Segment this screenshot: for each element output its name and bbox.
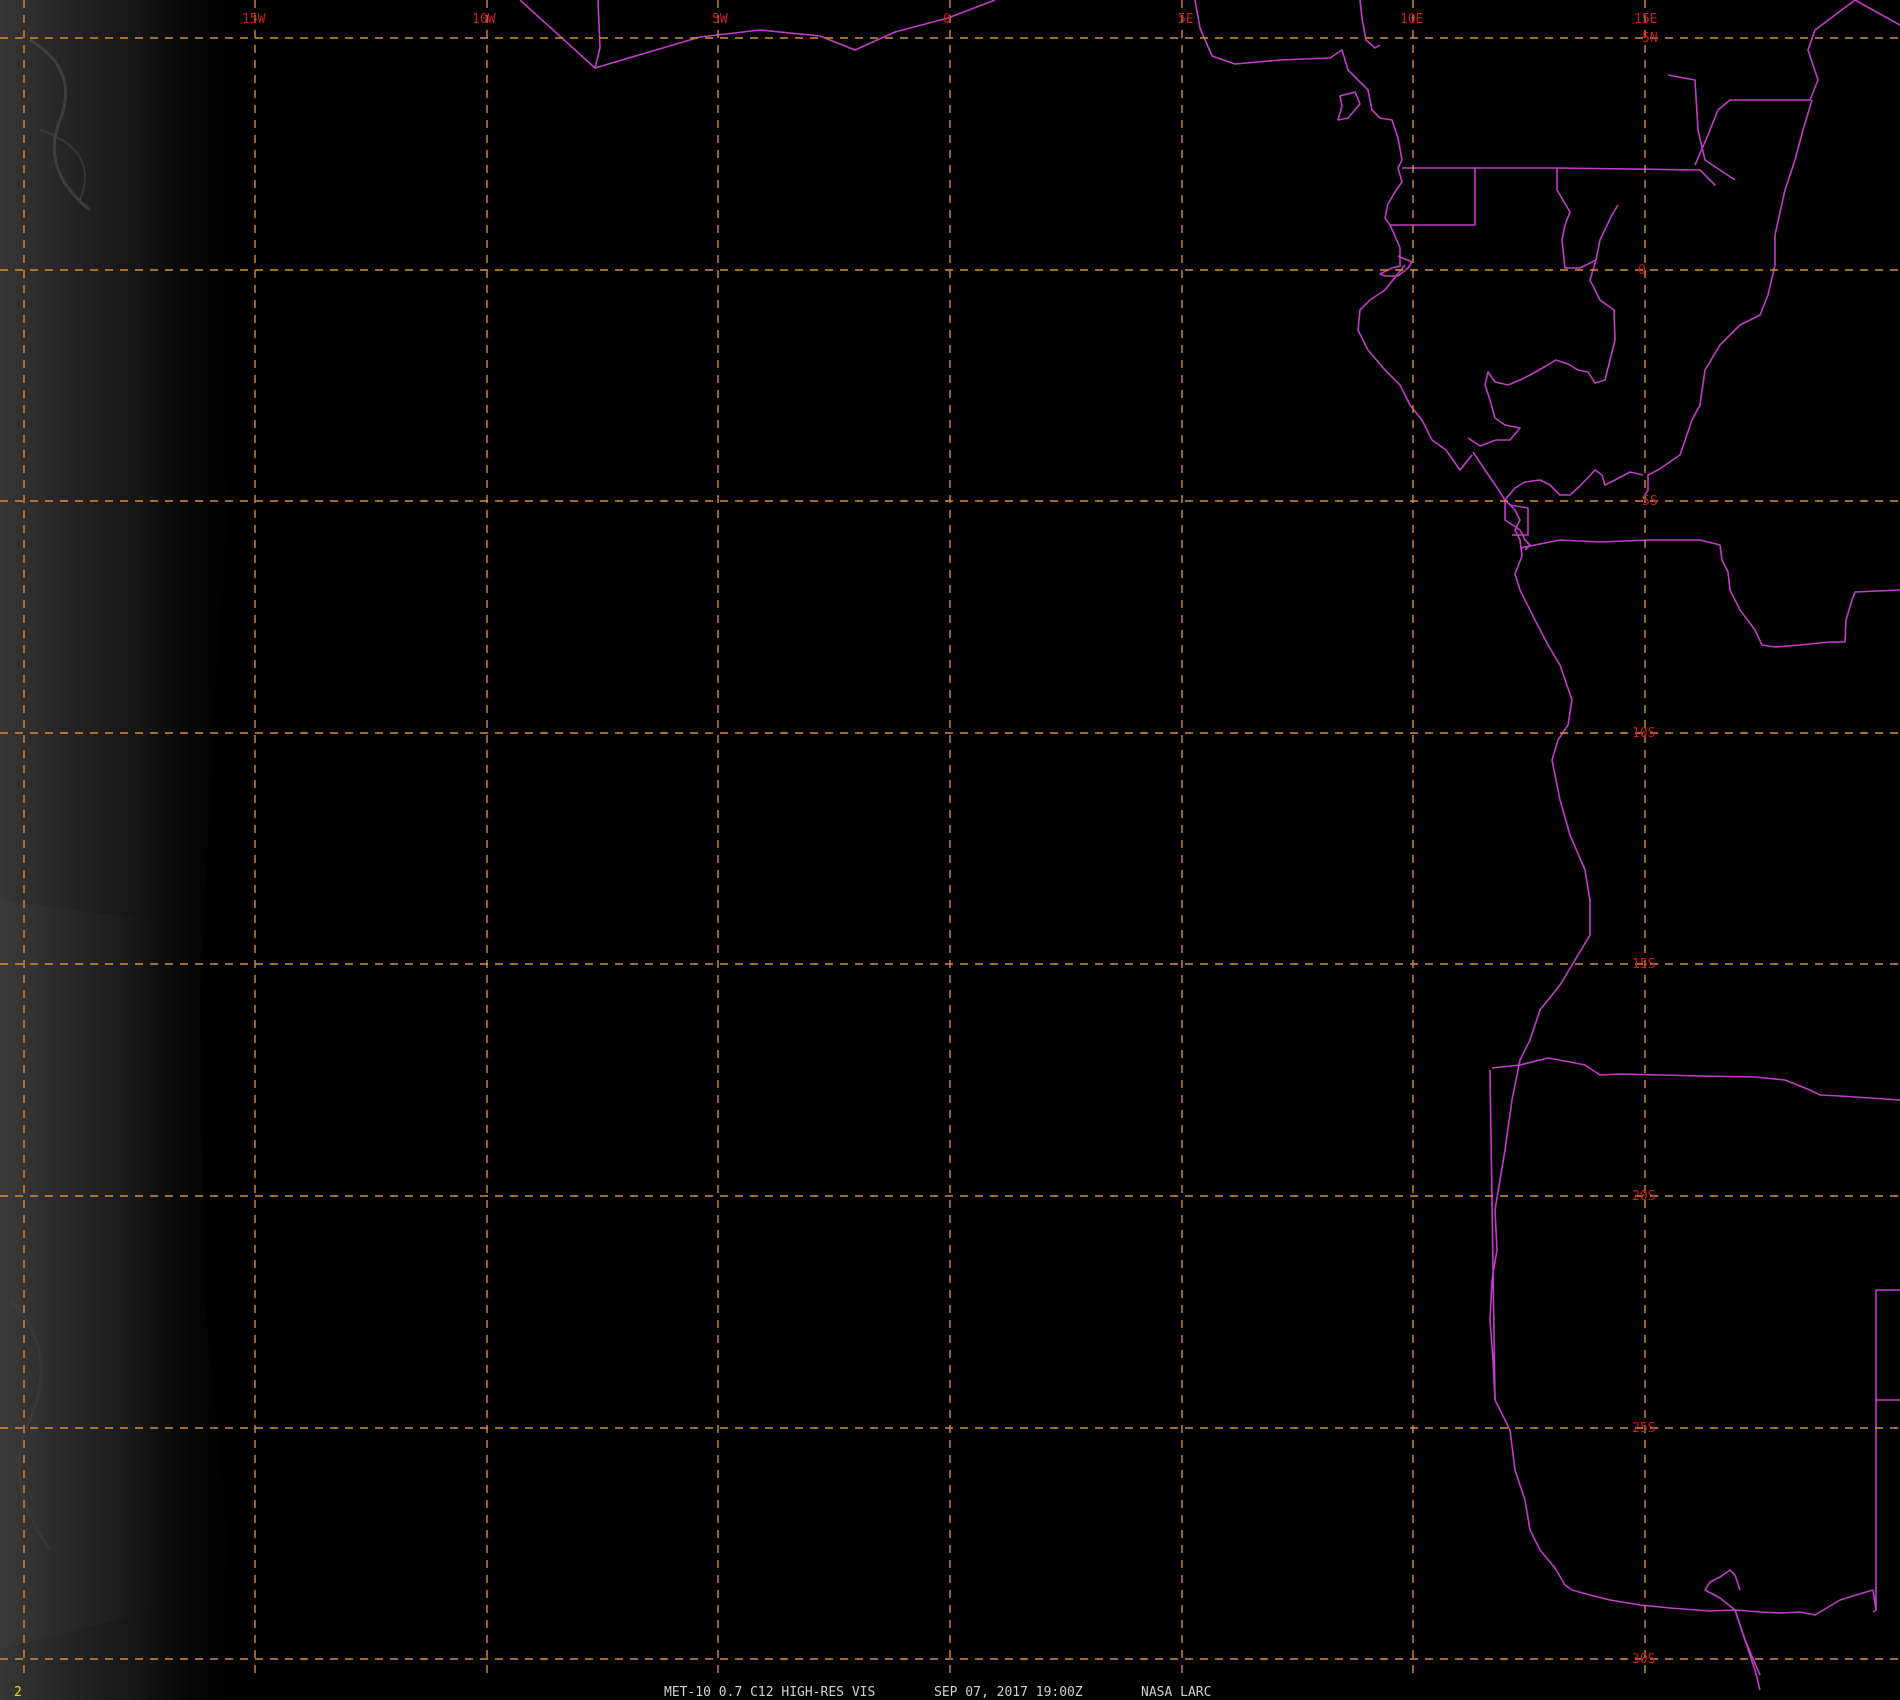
lat-label-0: 0: [1638, 263, 1646, 278]
image-timestamp: SEP 07, 2017 19:00Z: [934, 1685, 1083, 1700]
lon-label-5e: 5E: [1178, 12, 1194, 27]
frame-number: 2: [14, 1685, 22, 1700]
lon-label-15e: 15E: [1634, 12, 1657, 27]
lat-label-30s: 30S: [1632, 1652, 1655, 1667]
satellite-map-view[interactable]: 15W 10W 5W 0 5E 10E 15E 5N 0 5S 10S 15S …: [0, 0, 1900, 1700]
lon-label-15w: 15W: [242, 12, 266, 27]
lon-label-0: 0: [943, 12, 951, 27]
lat-label-5n: 5N: [1642, 31, 1658, 46]
lat-label-5s: 5S: [1642, 494, 1658, 509]
lat-label-15s: 15S: [1632, 957, 1655, 972]
map-canvas[interactable]: 15W 10W 5W 0 5E 10E 15E 5N 0 5S 10S 15S …: [0, 0, 1900, 1700]
lat-label-20s: 20S: [1632, 1189, 1655, 1204]
credit-text: NASA LARC: [1141, 1685, 1211, 1700]
satellite-caption: MET-10 0.7 C12 HIGH-RES VIS: [664, 1685, 875, 1700]
lon-label-10e: 10E: [1400, 12, 1423, 27]
lat-label-25s: 25S: [1632, 1421, 1655, 1436]
lon-label-5w: 5W: [712, 12, 728, 27]
lat-label-10s: 10S: [1632, 726, 1655, 741]
lon-label-10w: 10W: [472, 12, 496, 27]
